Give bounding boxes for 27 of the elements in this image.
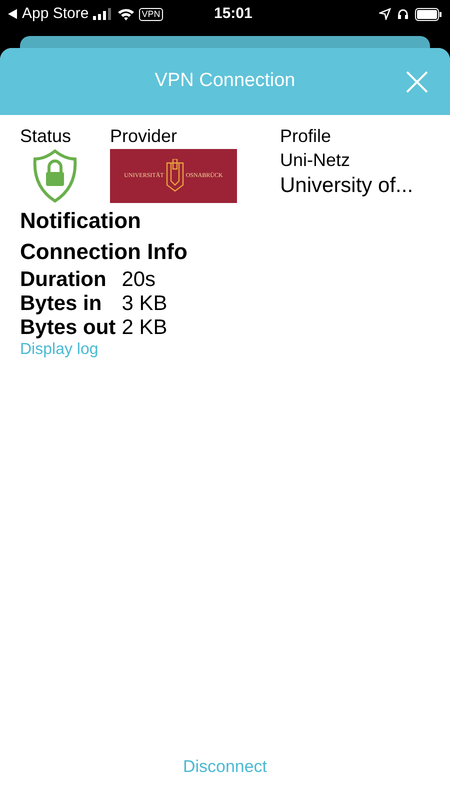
provider-label: Provider (110, 125, 178, 147)
profile-name: Uni-Netz (280, 149, 352, 171)
info-value: 3 KB (122, 292, 168, 316)
status-label: Status (20, 125, 72, 147)
vpn-badge: VPN (138, 8, 164, 20)
display-log-link[interactable]: Display log (20, 340, 98, 360)
signal-icon (92, 8, 113, 20)
profile-organization: University of... (280, 175, 414, 197)
connection-info-heading: Connection Info (20, 238, 188, 266)
info-label: Bytes out (20, 316, 116, 340)
wifi-icon (116, 8, 135, 20)
headphones-icon (397, 8, 409, 20)
location-arrow-icon (379, 8, 391, 20)
info-value: 20s (122, 268, 157, 292)
info-label: Bytes in (20, 292, 103, 316)
back-label[interactable]: App Store (22, 2, 89, 26)
info-label: Duration (20, 268, 108, 292)
info-value: 2 KB (122, 316, 168, 340)
shield-lock-icon (33, 149, 77, 203)
battery-icon (415, 8, 442, 20)
clock: 15:01 (214, 4, 252, 24)
disconnect-button[interactable]: Disconnect (182, 754, 268, 779)
header-title: VPN Connection (154, 69, 296, 94)
back-icon[interactable] (8, 9, 18, 19)
profile-label: Profile (280, 125, 332, 147)
notification-heading: Notification (20, 207, 142, 235)
emblem-icon (164, 159, 185, 193)
